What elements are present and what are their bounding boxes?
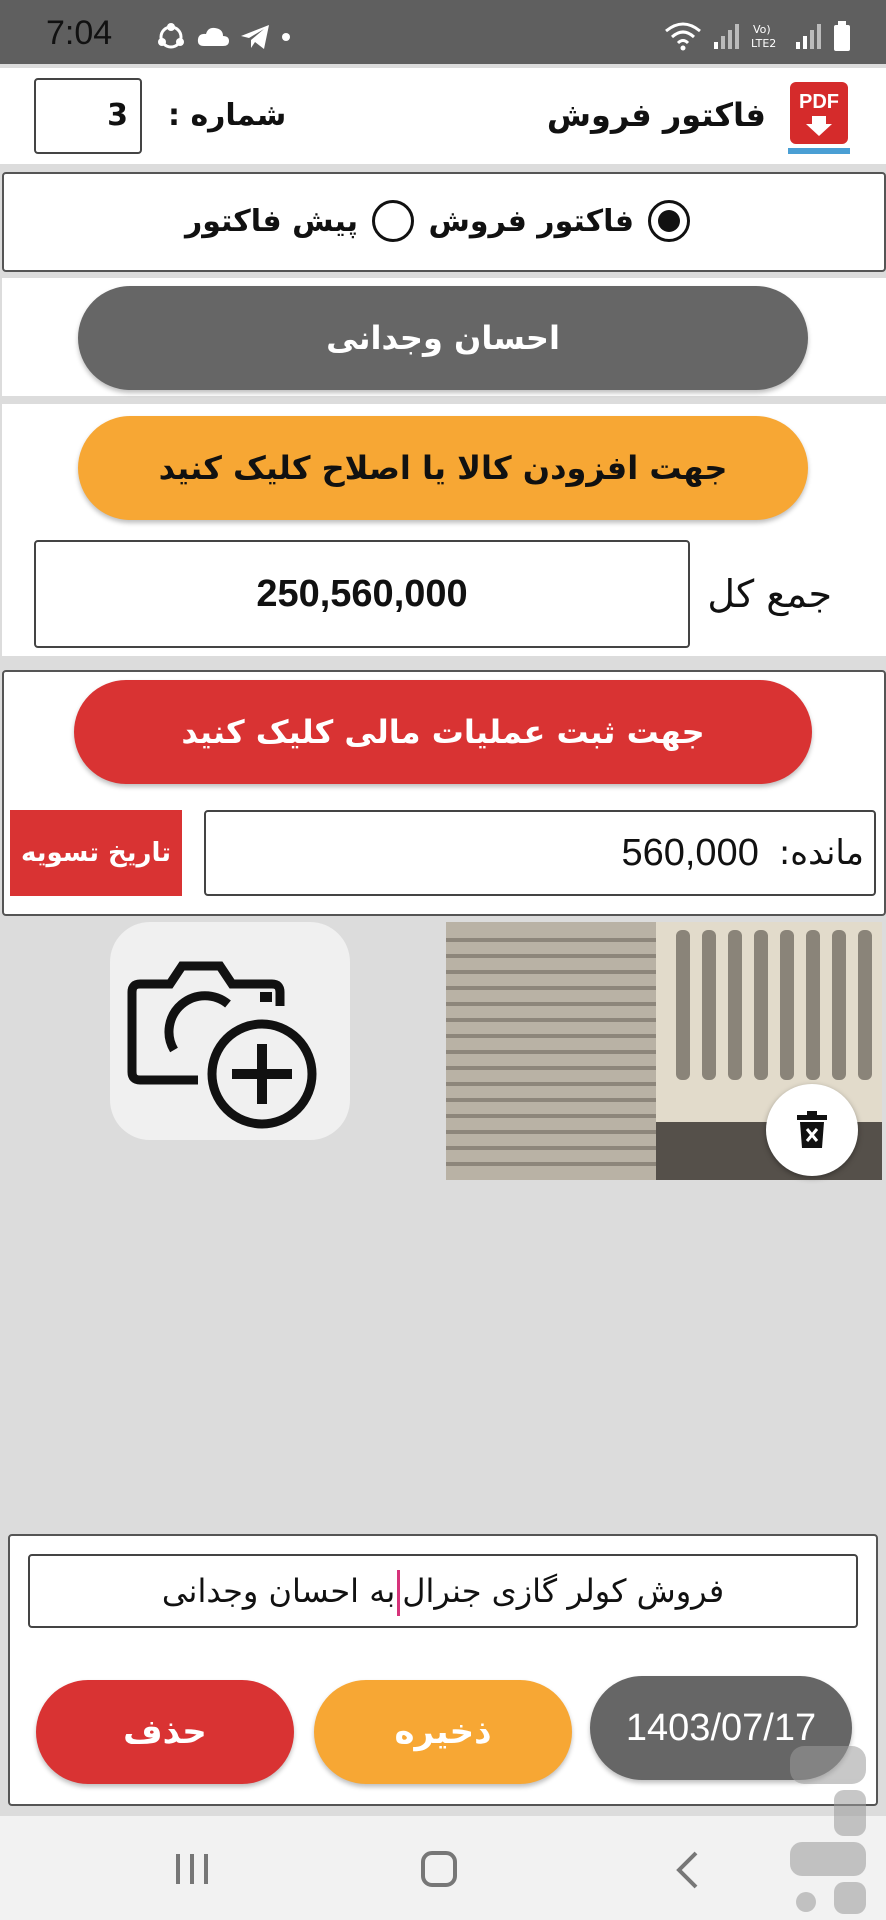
- back-icon[interactable]: [674, 1850, 700, 1890]
- radio-dot: [658, 210, 680, 232]
- navigation-bar: [0, 1816, 886, 1920]
- customer-select-button[interactable]: احسان وجدانی: [78, 286, 808, 390]
- radio-sales-invoice-label: فاکتور فروش: [428, 203, 634, 239]
- volte-lte2-icon: Vo)LTE2: [751, 23, 776, 50]
- battery-icon: [834, 21, 850, 51]
- radio-button-selected[interactable]: [648, 200, 690, 242]
- telegram-icon: [241, 25, 269, 49]
- remaining-value: 560,000: [621, 831, 759, 874]
- description-text-start: فروش کولر گازی جنرال: [402, 1572, 725, 1610]
- status-system-icons: Vo) LTE2: [664, 20, 852, 52]
- financial-operations-button[interactable]: جهت ثبت عملیات مالی کلیک کنید: [74, 680, 812, 784]
- total-label: جمع کل: [707, 572, 832, 616]
- add-photo-button[interactable]: [110, 922, 350, 1140]
- invoice-number-label: شماره :: [168, 98, 287, 133]
- text-caret: [397, 1570, 401, 1616]
- pdf-icon-label: PDF: [799, 91, 839, 113]
- status-time: 7:04: [46, 14, 113, 52]
- invoice-number-field[interactable]: 3: [34, 78, 142, 154]
- svg-text:Vo): Vo): [753, 23, 771, 36]
- delete-photo-button[interactable]: [766, 1084, 858, 1176]
- status-notification-icons: [156, 22, 292, 52]
- add-edit-items-button[interactable]: جهت افزودن کالا یا اصلاح کلیک کنید: [78, 416, 808, 520]
- store-watermark-logo: [784, 1742, 880, 1918]
- cloud-icon: [197, 27, 229, 46]
- delete-button[interactable]: حذف: [36, 1680, 294, 1784]
- save-button[interactable]: ذخیره: [314, 1680, 572, 1784]
- radio-button-unselected[interactable]: [372, 200, 414, 242]
- svg-text:LTE2: LTE2: [751, 37, 776, 50]
- radio-sales-invoice[interactable]: فاکتور فروش: [429, 200, 690, 242]
- sync-icon: [158, 23, 184, 49]
- wifi-icon: [665, 22, 701, 51]
- radio-pre-invoice-label: پیش فاکتور: [184, 203, 358, 239]
- pdf-export-icon[interactable]: PDF: [786, 80, 852, 156]
- settlement-date-button[interactable]: تاریخ تسویه: [10, 810, 182, 896]
- recent-apps-icon[interactable]: [174, 1852, 210, 1886]
- description-text-end: به احسان وجدانی: [161, 1572, 396, 1610]
- radio-pre-invoice[interactable]: پیش فاکتور: [185, 200, 414, 242]
- signal-2-icon: [796, 24, 821, 49]
- description-input[interactable]: فروش کولر گازی جنرالبه احسان وجدانی: [28, 1554, 858, 1628]
- trash-icon: [797, 1111, 827, 1148]
- signal-icon: [714, 24, 739, 49]
- total-amount-field: 250,560,000: [34, 540, 690, 648]
- page-title: فاکتور فروش: [546, 96, 766, 134]
- dot-icon: [282, 33, 290, 41]
- remaining-balance-field: 560,000 مانده:: [204, 810, 876, 896]
- remaining-label: مانده:: [778, 833, 864, 873]
- camera-add-icon: [127, 961, 317, 1129]
- home-icon[interactable]: [420, 1850, 458, 1888]
